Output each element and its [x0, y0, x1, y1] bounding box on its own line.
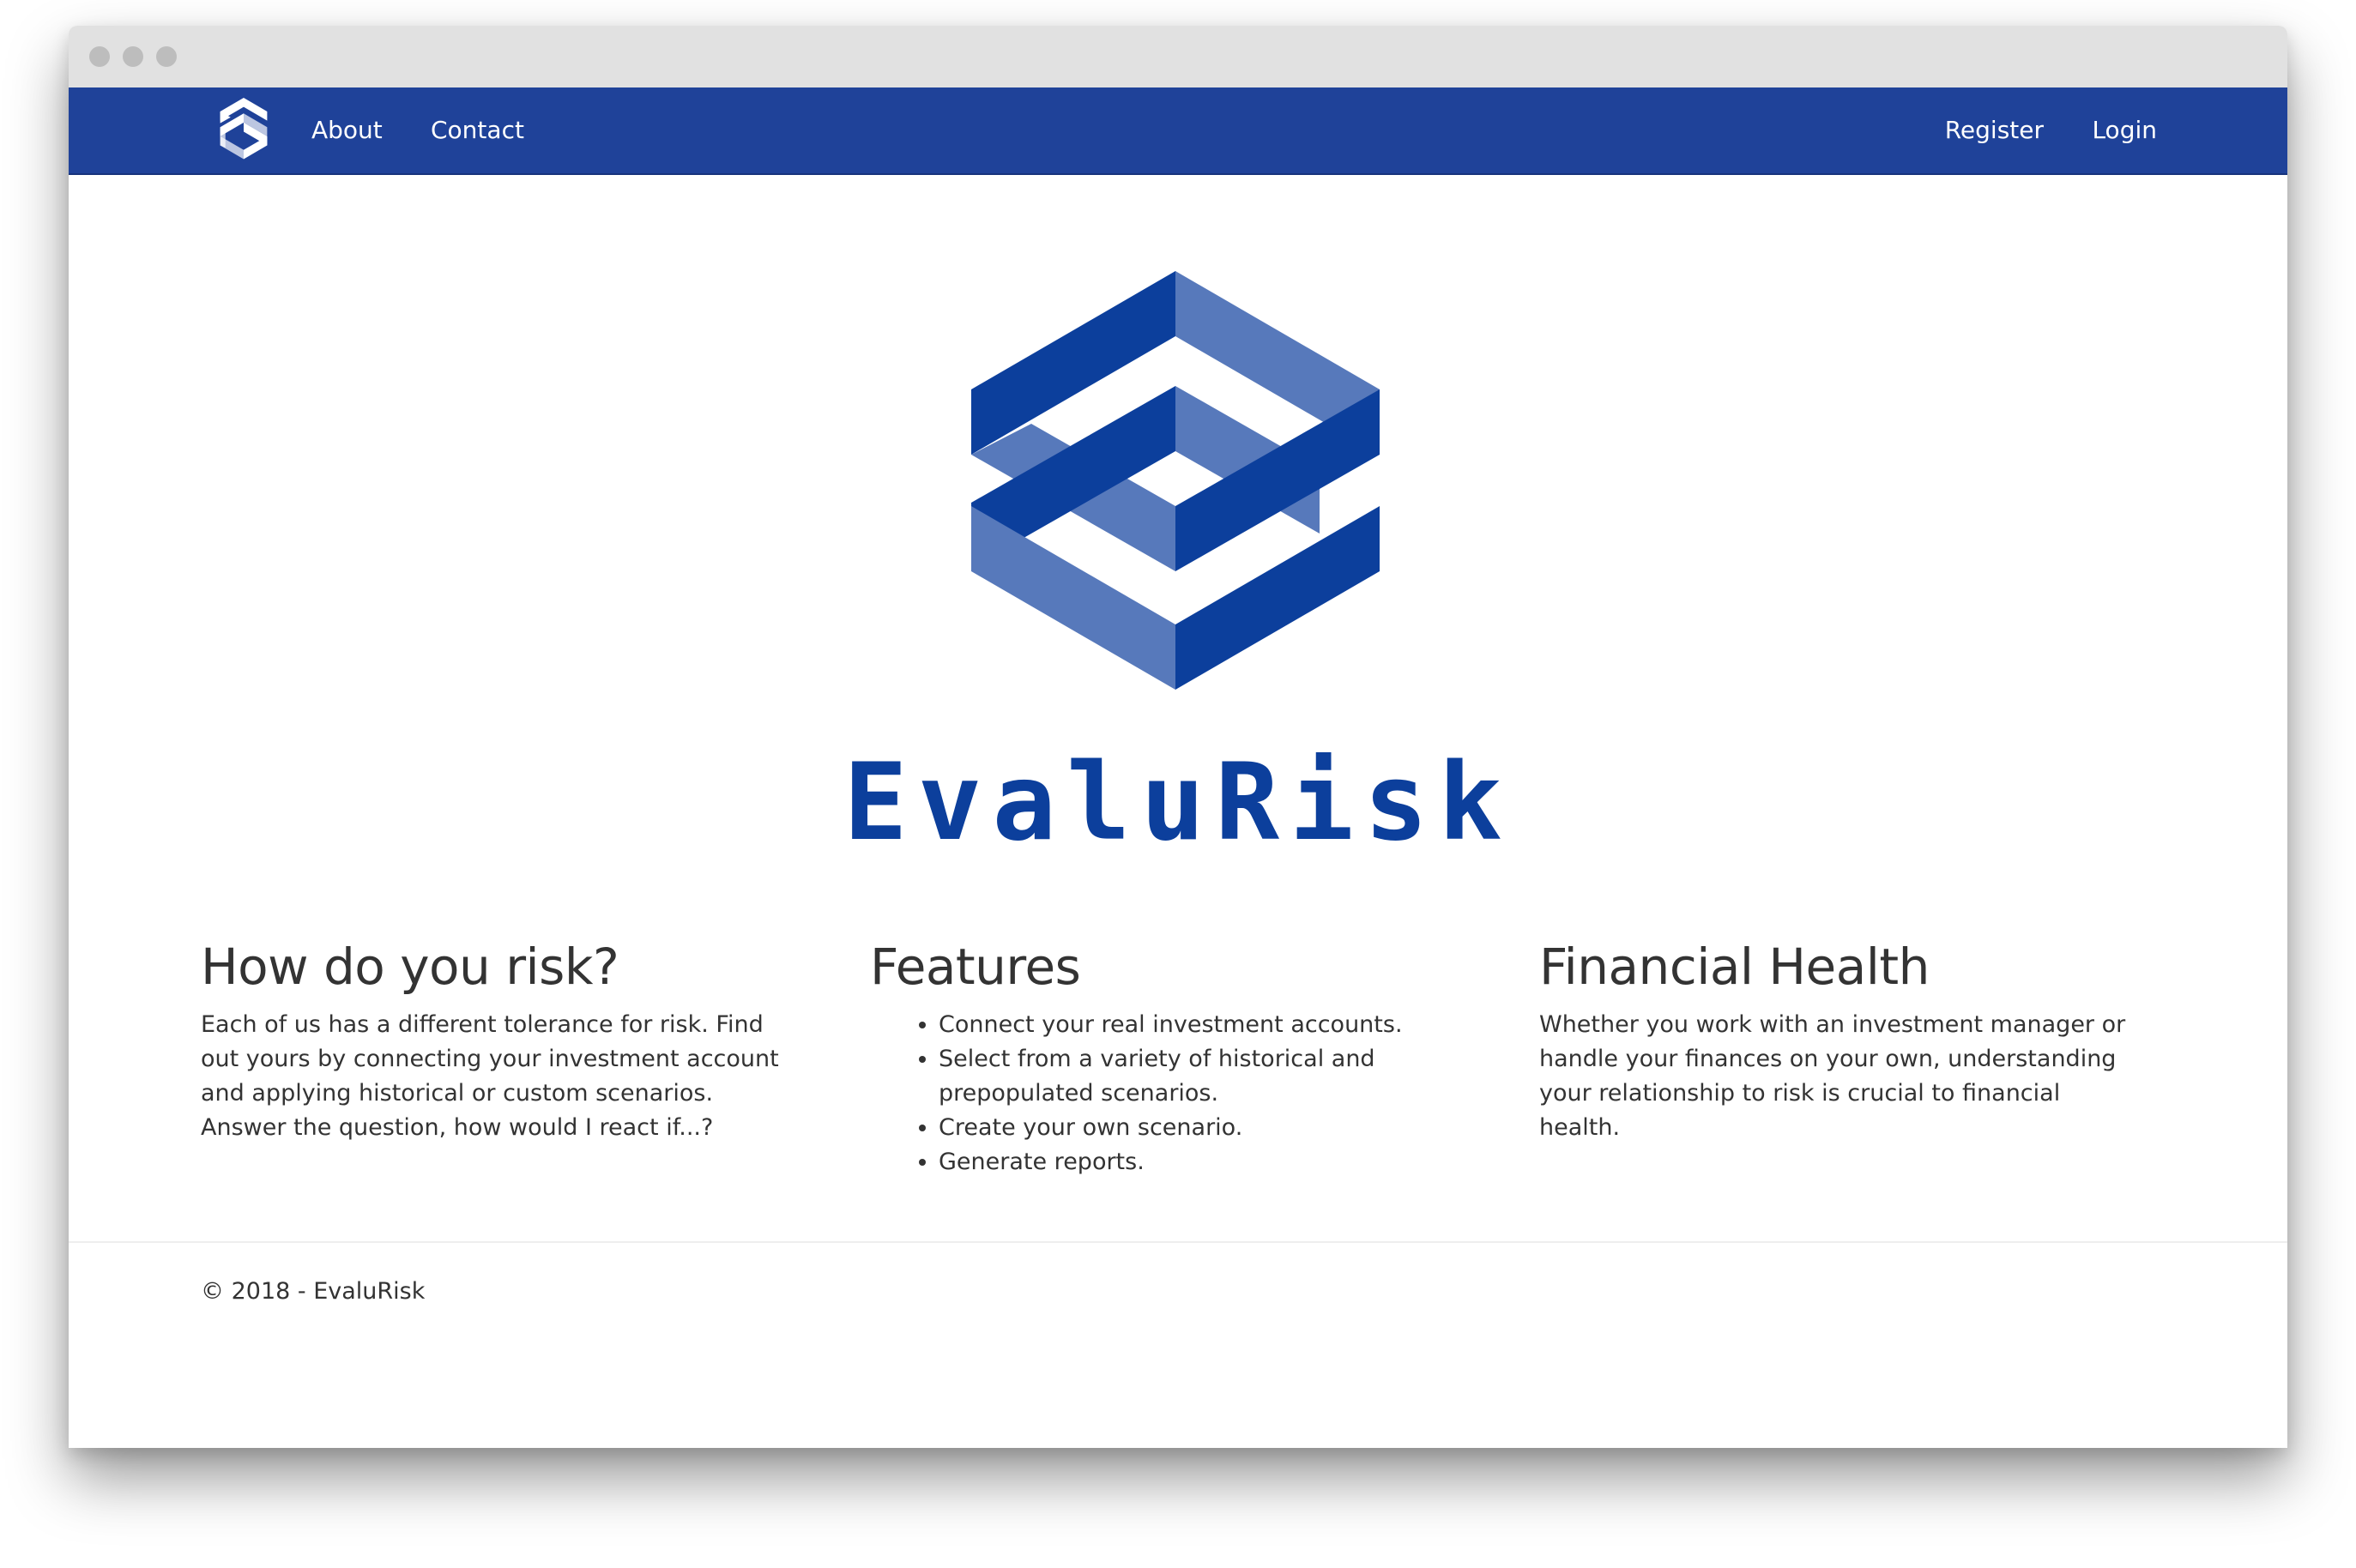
top-navbar: About Contact Register Login [69, 87, 2287, 175]
financial-health-heading: Financial Health [1539, 938, 1930, 996]
window-titlebar [69, 26, 2287, 87]
nav-link-register[interactable]: Register [1945, 87, 2044, 173]
nav-link-about[interactable]: About [311, 87, 383, 173]
risk-section: How do you risk? Each of us has a differ… [201, 938, 801, 1145]
window-maximize-dot[interactable] [156, 46, 177, 67]
evalurisk-hero-logo-icon [971, 271, 1380, 690]
list-item: Create your own scenario. [939, 1111, 1471, 1145]
nav-link-login[interactable]: Login [2092, 87, 2157, 173]
nav-link-contact[interactable]: Contact [431, 87, 524, 173]
evalurisk-logo-icon[interactable] [211, 98, 276, 163]
list-item: Select from a variety of historical and … [939, 1042, 1471, 1111]
list-item: Generate reports. [939, 1145, 1471, 1179]
features-section: Features Connect your real investment ac… [870, 938, 1471, 1179]
browser-window: About Contact Register Login EvaluRisk H… [69, 26, 2287, 1448]
risk-heading: How do you risk? [201, 938, 619, 996]
footer-divider [69, 1241, 2287, 1243]
risk-body: Each of us has a different tolerance for… [201, 1010, 779, 1141]
window-close-dot[interactable] [89, 46, 110, 67]
features-list: Connect your real investment accounts. S… [870, 1008, 1471, 1179]
financial-health-section: Financial Health Whether you work with a… [1539, 938, 2140, 1145]
brand-wordmark: EvaluRisk [843, 741, 1513, 865]
footer-copyright: © 2018 - EvaluRisk [201, 1278, 426, 1305]
window-minimize-dot[interactable] [123, 46, 143, 67]
features-heading: Features [870, 938, 1081, 996]
financial-health-body: Whether you work with an investment mana… [1539, 1010, 2126, 1141]
list-item: Connect your real investment accounts. [939, 1008, 1471, 1042]
